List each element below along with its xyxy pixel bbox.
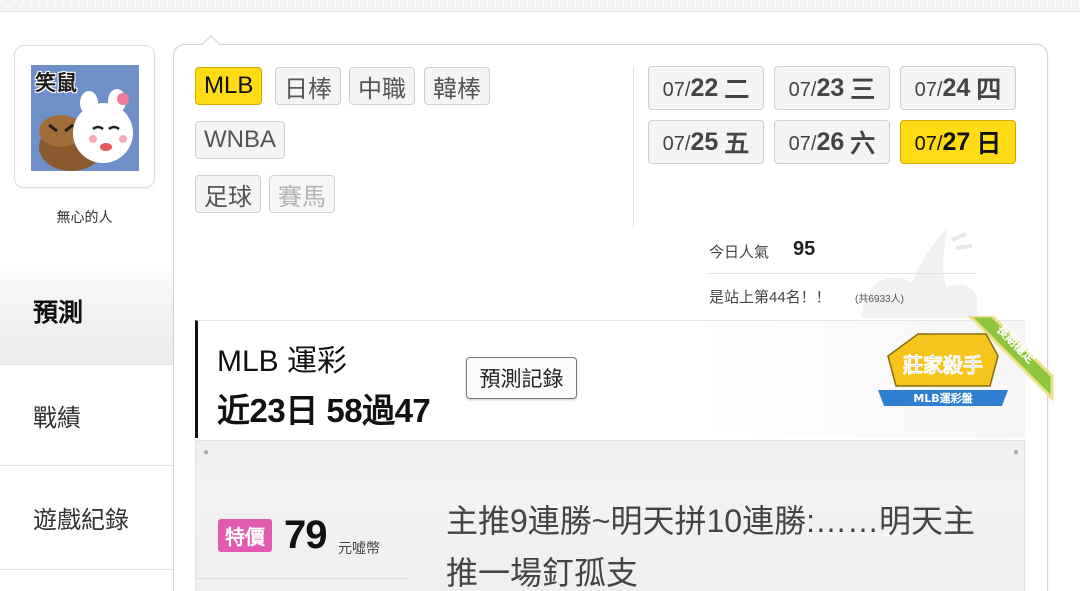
date-button-0722[interactable]: 07/22 二 — [648, 66, 764, 110]
sport-tag-label: WNBA — [204, 126, 276, 153]
date-day: 24 — [942, 73, 971, 102]
sport-tag-label: 足球 — [204, 183, 252, 211]
mlb-card-title: MLB 運彩 — [217, 345, 348, 378]
price-unit: 元噓幣 — [338, 540, 380, 556]
date-prefix: 07/ — [662, 78, 691, 101]
sport-tag-label: 中職 — [358, 75, 406, 103]
date-day: 23 — [816, 73, 845, 102]
date-day: 26 — [816, 127, 845, 156]
pin-icon: ● — [203, 447, 210, 458]
avatar-caption: 笑鼠 — [35, 70, 77, 95]
bookie-killer-badge-icon: 長期穩定 莊家殺手 MLB運彩盤 — [878, 316, 1054, 406]
top-scallop-border — [0, 0, 1080, 12]
date-prefix: 07/ — [914, 78, 943, 101]
sidebar-item-next — [0, 570, 173, 591]
site-rank-text: 是站上第44名！！ — [709, 289, 831, 306]
date-weekday: 五 — [724, 130, 750, 158]
sport-tag-label: 賽馬 — [278, 183, 326, 211]
badge-sub-text: MLB運彩盤 — [913, 391, 973, 405]
date-weekday: 四 — [976, 76, 1002, 104]
sidebar-item-game-history[interactable]: 遊戲紀錄 — [0, 466, 173, 570]
username[interactable]: 無心的人 — [14, 207, 155, 227]
sport-tag-cpbl[interactable]: 中職 — [349, 67, 415, 105]
date-prefix: 07/ — [914, 132, 943, 155]
prediction-price: 79 — [284, 513, 327, 557]
date-prefix: 07/ — [662, 132, 691, 155]
sidebar-item-predict[interactable]: 預測 — [0, 258, 173, 364]
date-weekday: 二 — [724, 76, 750, 104]
sport-tag-label: 韓棒 — [433, 75, 481, 103]
popularity-value: 95 — [793, 238, 816, 260]
avatar: 笑鼠 — [31, 65, 139, 171]
sport-tag-wnba[interactable]: WNBA — [195, 121, 285, 159]
sidebar-item-label: 遊戲紀錄 — [33, 507, 129, 534]
prediction-title-link[interactable]: 主推9連勝~明天拼10連勝:……明天主推一場釘孤支 — [446, 495, 986, 591]
sport-tag-mlb[interactable]: MLB — [195, 67, 263, 105]
vertical-divider — [633, 66, 634, 228]
prediction-record-button[interactable]: 預測記錄 — [466, 357, 577, 399]
prediction-record-label: 預測記錄 — [479, 368, 564, 391]
date-button-0723[interactable]: 07/23 三 — [774, 66, 890, 110]
sport-tag-kbo[interactable]: 韓棒 — [424, 67, 490, 105]
date-day: 25 — [690, 127, 719, 156]
sport-tag-npb[interactable]: 日棒 — [275, 67, 341, 105]
mlb-card-record: 近23日 58過47 — [217, 392, 431, 429]
date-button-0725[interactable]: 07/25 五 — [648, 120, 764, 164]
sale-tag: 特價 — [218, 519, 272, 552]
date-day: 22 — [690, 73, 719, 102]
sport-tag-horse-racing: 賽馬 — [269, 175, 335, 213]
sidebar-item-label: 戰績 — [33, 404, 81, 432]
pin-icon: ● — [1013, 447, 1020, 458]
date-prefix: 07/ — [788, 78, 817, 101]
date-day: 27 — [942, 127, 971, 156]
sidebar-item-label: 預測 — [33, 299, 84, 327]
popularity-divider — [708, 273, 976, 274]
date-button-0724[interactable]: 07/24 四 — [900, 66, 1016, 110]
date-weekday: 六 — [850, 130, 876, 158]
sport-tag-label: 日棒 — [284, 75, 332, 103]
date-weekday: 日 — [976, 130, 1002, 158]
sport-tag-soccer[interactable]: 足球 — [195, 175, 261, 213]
popularity-label: 今日人氣 — [709, 244, 770, 261]
date-button-0727[interactable]: 07/27 日 — [900, 120, 1016, 164]
sport-tag-label: MLB — [204, 72, 254, 99]
badge-title-text: 莊家殺手 — [903, 353, 983, 377]
site-rank-total: (共6933人) — [855, 294, 904, 305]
avatar-card[interactable]: 笑鼠 — [14, 45, 155, 188]
price-divider — [195, 578, 410, 579]
date-button-0726[interactable]: 07/26 六 — [774, 120, 890, 164]
date-weekday: 三 — [850, 76, 876, 104]
sidebar-item-record[interactable]: 戰績 — [0, 364, 173, 466]
date-prefix: 07/ — [788, 132, 817, 155]
